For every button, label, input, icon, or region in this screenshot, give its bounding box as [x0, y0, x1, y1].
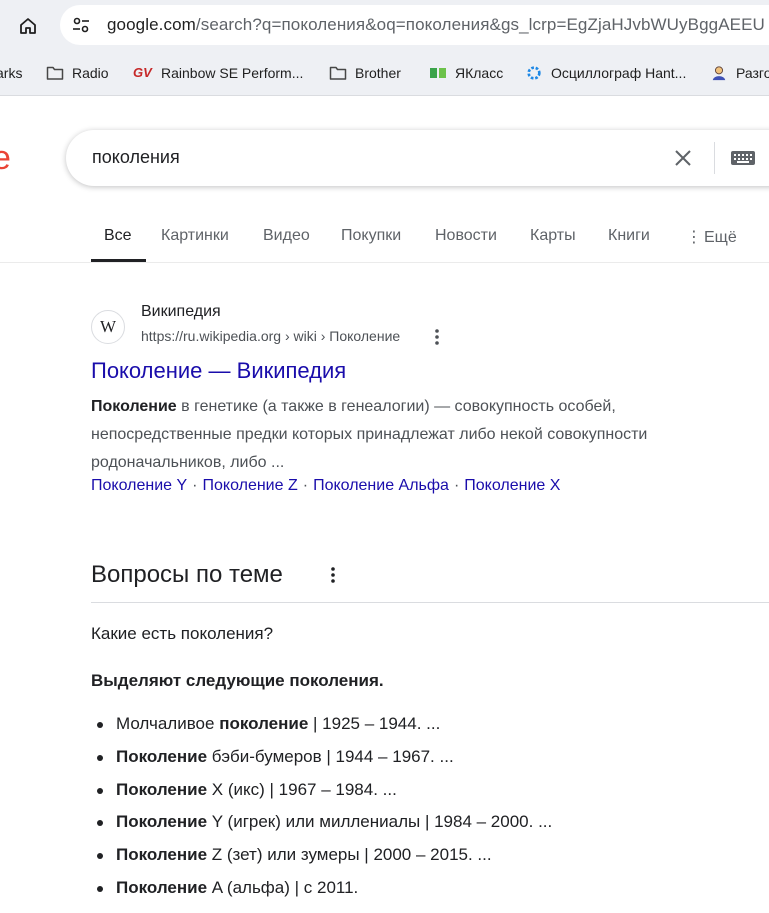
list-item: Поколение бэби-бумеров | 1944 – 1967. ..…: [91, 741, 552, 774]
tab-books[interactable]: Книги: [608, 227, 650, 245]
list-item: Молчаливое поколение | 1925 – 1944. ...: [91, 708, 552, 741]
bookmark-person[interactable]: Разго: [710, 63, 769, 83]
sitelink-gen-z[interactable]: Поколение Z: [202, 477, 297, 494]
paa-answer-heading: Выделяют следующие поколения.: [91, 671, 384, 690]
item-text: бэби-бумеров | 1944 – 1967. ...: [207, 746, 454, 766]
tab-news[interactable]: Новости: [435, 227, 497, 245]
item-highlight: поколение: [219, 714, 309, 733]
browser-toolbar: google.com/search?q=поколения&oq=поколен…: [0, 0, 769, 50]
tab-images[interactable]: Картинки: [161, 227, 229, 245]
home-button[interactable]: [14, 12, 42, 40]
sitelink-gen-x[interactable]: Поколение X: [464, 477, 560, 494]
result-site-name[interactable]: Википедия: [141, 303, 221, 321]
snippet-highlight: Поколение: [91, 398, 177, 415]
tab-more[interactable]: ⋮ Ещё: [686, 227, 737, 247]
folder-icon: [329, 66, 347, 80]
keyboard-icon[interactable]: [730, 148, 758, 168]
bookmark-item[interactable]: arks: [0, 63, 22, 83]
search-input[interactable]: поколения: [92, 147, 180, 168]
clear-search-button[interactable]: [669, 144, 697, 172]
list-item: Поколение Z (зет) или зумеры | 2000 – 20…: [91, 839, 552, 872]
sitelink-separator: ·: [453, 477, 460, 494]
item-text: A (альфа) | с 2011.: [207, 877, 359, 897]
search-box[interactable]: поколения: [66, 130, 769, 186]
item-text: Z (зет) или зумеры | 2000 – 2015. ...: [207, 845, 492, 865]
bookmark-label: arks: [0, 65, 23, 81]
gear-spinner-icon: [527, 66, 541, 80]
result-more-icon[interactable]: [430, 327, 444, 347]
bookmark-rainbow[interactable]: GV Rainbow SE Perform...: [133, 63, 303, 83]
result-snippet: Поколение в генетике (а также в генеалог…: [91, 393, 731, 477]
paa-divider: [91, 602, 769, 603]
yaklass-icon: [430, 68, 446, 78]
url-host: google.com: [107, 15, 196, 34]
folder-icon: [46, 66, 64, 80]
item-highlight: Поколение: [116, 746, 208, 766]
item-highlight: Поколение: [116, 812, 208, 832]
site-info-icon[interactable]: [70, 14, 92, 36]
search-divider: [714, 142, 715, 174]
bookmark-folder-radio[interactable]: Radio: [46, 63, 109, 83]
active-tab-indicator: [91, 259, 146, 262]
item-highlight: Поколение: [116, 877, 208, 897]
list-item: Поколение A (альфа) | с 2011.: [91, 872, 552, 905]
item-text: Y (игрек) или миллениалы | 1984 – 2000. …: [207, 812, 553, 832]
sitelink-gen-alpha[interactable]: Поколение Альфа: [313, 477, 449, 494]
tab-videos[interactable]: Видео: [263, 227, 310, 245]
url-path: /search?q=поколения&oq=поколения&gs_lcrp…: [195, 15, 765, 34]
search-tabs: Все Картинки Видео Покупки Новости Карты…: [0, 213, 769, 263]
address-bar[interactable]: google.com/search?q=поколения&oq=поколен…: [60, 5, 769, 45]
result-url[interactable]: https://ru.wikipedia.org › wiki › Поколе…: [141, 328, 400, 344]
item-highlight: Поколение: [116, 845, 208, 865]
bookmark-label: Brother: [355, 65, 401, 81]
item-text: X (икс) | 1967 – 1984. ...: [207, 779, 397, 799]
bookmark-yaklass[interactable]: ЯКласс: [429, 63, 503, 83]
gv-logo-icon: GV: [133, 65, 152, 80]
bookmark-label: ЯКласс: [455, 65, 504, 81]
bookmark-oscilloscope[interactable]: Осциллограф Hant...: [525, 63, 686, 83]
result-title-link[interactable]: Поколение — Википедия: [91, 358, 346, 384]
wikipedia-favicon-icon[interactable]: W: [91, 310, 125, 344]
item-text: | 1925 – 1944. ...: [308, 714, 441, 733]
tab-maps[interactable]: Карты: [530, 227, 576, 245]
item-highlight: Поколение: [116, 779, 208, 799]
bookmark-label: Rainbow SE Perform...: [161, 65, 304, 81]
bookmark-label: Разго: [736, 65, 769, 81]
paa-heading: Вопросы по теме: [91, 561, 283, 588]
sitelink-gen-y[interactable]: Поколение Y: [91, 477, 187, 494]
list-item: Поколение Y (игрек) или миллениалы | 198…: [91, 806, 552, 839]
paa-question[interactable]: Какие есть поколения?: [91, 624, 273, 644]
list-item: Поколение X (икс) | 1967 – 1984. ...: [91, 774, 552, 807]
paa-answer-list: Молчаливое поколение | 1925 – 1944. ... …: [91, 708, 552, 905]
person-icon: [712, 66, 726, 81]
close-icon: [675, 150, 691, 166]
sitelink-separator: ·: [302, 477, 309, 494]
url-text[interactable]: google.com/search?q=поколения&oq=поколен…: [107, 15, 765, 35]
result-sitelinks: Поколение Y · Поколение Z · Поколение Альфа ·…: [91, 477, 560, 495]
tab-shopping[interactable]: Покупки: [341, 227, 401, 245]
tab-more-label: Ещё: [704, 229, 737, 246]
paa-more-icon[interactable]: [326, 565, 340, 585]
tab-all[interactable]: Все: [104, 227, 132, 245]
google-logo[interactable]: e: [0, 139, 11, 178]
item-text: Молчаливое: [116, 714, 220, 733]
bookmark-folder-brother[interactable]: Brother: [329, 63, 401, 83]
home-icon: [20, 18, 36, 34]
more-vert-icon: ⋮: [686, 229, 702, 246]
bookmark-label: Radio: [72, 65, 109, 81]
sitelink-separator: ·: [192, 477, 198, 494]
bookmarks-bar: arks Radio GV Rainbow SE Perform... Brot…: [0, 50, 769, 96]
bookmark-label: Осциллограф Hant...: [551, 65, 687, 81]
